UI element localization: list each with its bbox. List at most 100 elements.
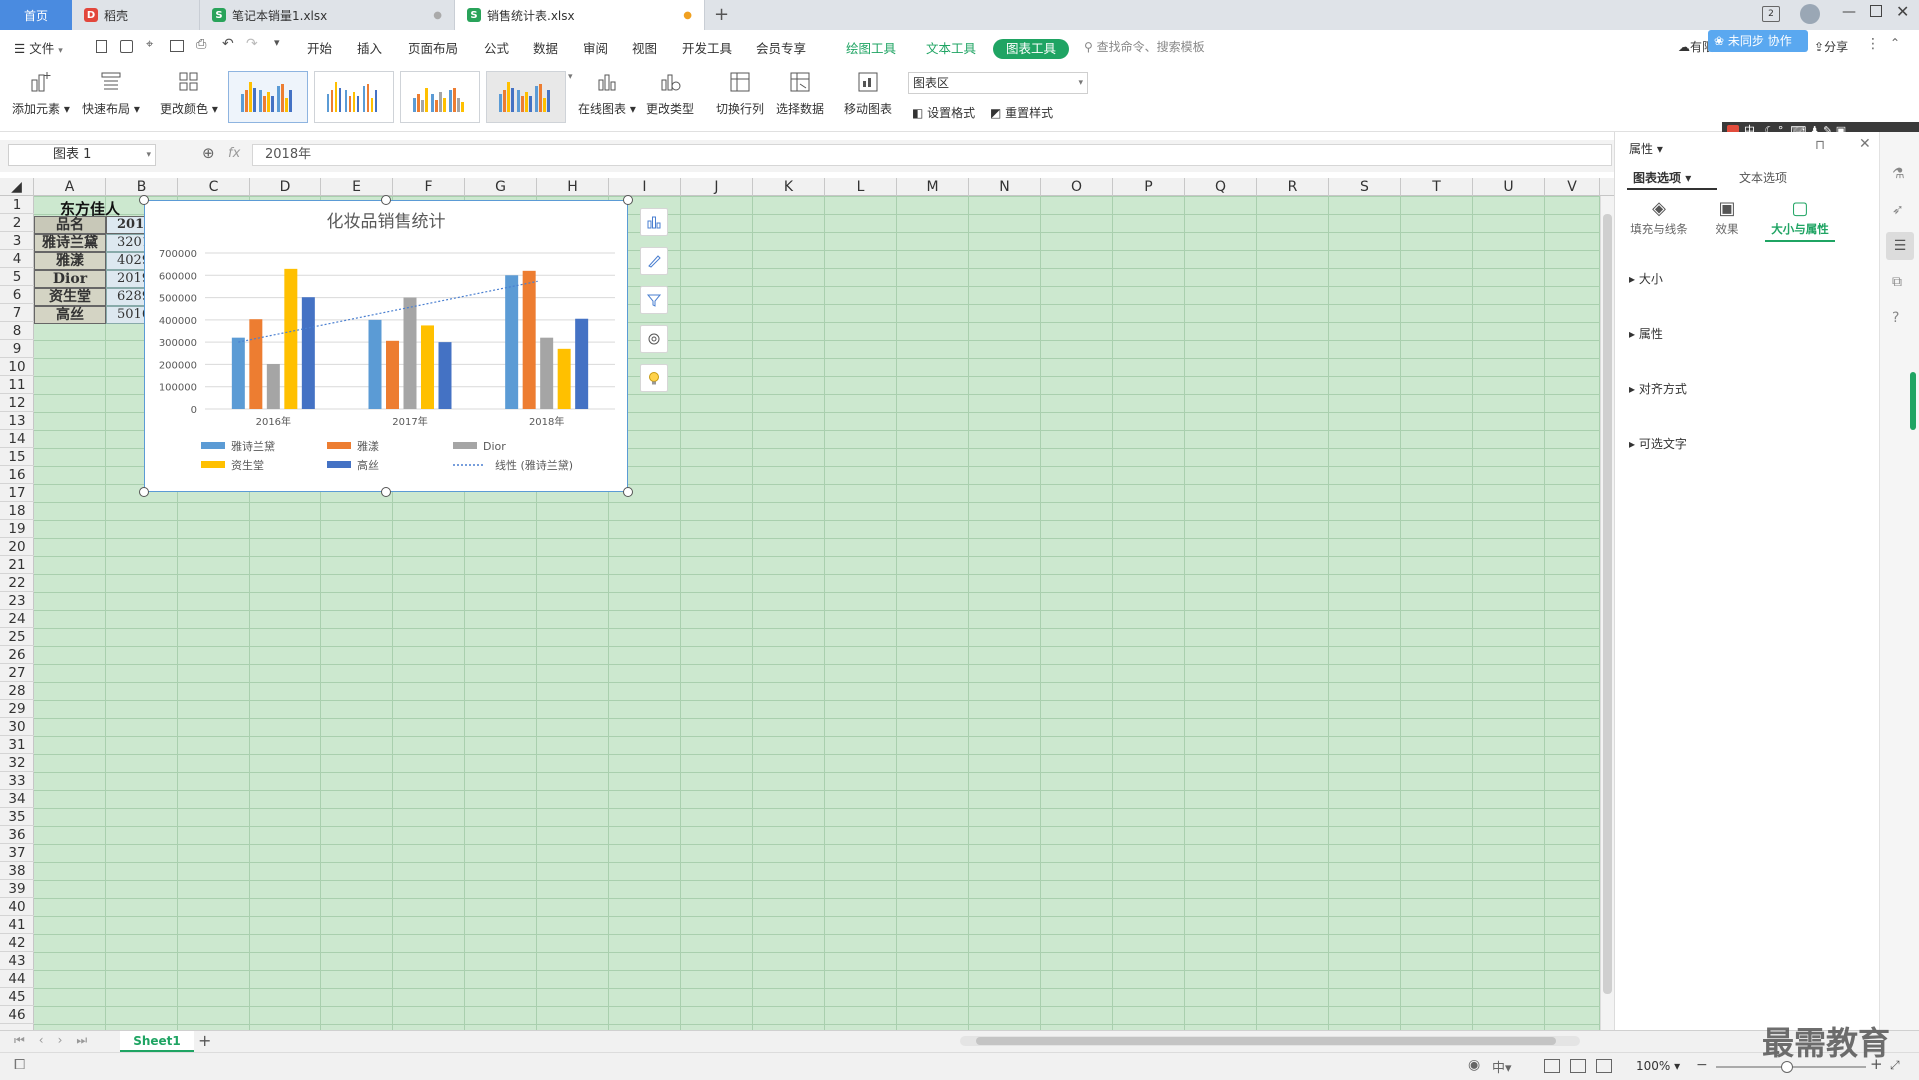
undo-icon[interactable]: ↶ xyxy=(222,36,234,52)
row-header-28[interactable]: 28 xyxy=(0,682,34,700)
style-icon[interactable]: ⚗ xyxy=(1892,166,1905,182)
column-header-N[interactable]: N xyxy=(969,178,1041,196)
select-pointer-icon[interactable]: ➶ xyxy=(1892,202,1904,218)
unsaved-dot-icon[interactable]: ● xyxy=(683,10,692,21)
row-header-12[interactable]: 12 xyxy=(0,394,34,412)
row-header-45[interactable]: 45 xyxy=(0,988,34,1006)
column-header-I[interactable]: I xyxy=(609,178,681,196)
column-header-J[interactable]: J xyxy=(681,178,753,196)
row-header-35[interactable]: 35 xyxy=(0,808,34,826)
cell-sales-value[interactable]: 6289 xyxy=(106,288,146,306)
column-header-M[interactable]: M xyxy=(897,178,969,196)
column-header-C[interactable]: C xyxy=(178,178,250,196)
menu-member[interactable]: 会员专享 xyxy=(756,38,806,57)
reset-style-button[interactable]: ◩ 重置样式 xyxy=(990,104,1053,121)
chart-tips-button[interactable] xyxy=(640,364,668,392)
zoom-search-icon[interactable]: ⊕ xyxy=(202,144,215,162)
resize-handle-tm[interactable] xyxy=(381,195,391,205)
tab-file-notebook[interactable]: S 笔记本销量1.xlsx ● xyxy=(200,0,455,30)
menu-developer[interactable]: 开发工具 xyxy=(682,38,732,57)
customize-toolbar-icon[interactable]: ▾ xyxy=(274,36,280,49)
section-size[interactable]: ▸ 大小 xyxy=(1629,270,1663,287)
chart-element-select[interactable]: 图表区 ▾ xyxy=(908,72,1088,94)
chart-elements-button[interactable] xyxy=(640,208,668,236)
name-box[interactable]: 图表 1 ▾ xyxy=(8,144,156,166)
tab-file-sales[interactable]: S 销售统计表.xlsx ● xyxy=(455,0,705,30)
share-button[interactable]: ⇪分享 xyxy=(1814,38,1848,55)
subtab-effect[interactable]: ▣ 效果 xyxy=(1699,198,1755,237)
row-header-10[interactable]: 10 xyxy=(0,358,34,376)
subtab-size-props[interactable]: ▢ 大小与属性 xyxy=(1765,198,1835,242)
print-preview-icon[interactable]: ⎙ xyxy=(196,37,206,52)
row-header-30[interactable]: 30 xyxy=(0,718,34,736)
row-header-19[interactable]: 19 xyxy=(0,520,34,538)
menu-formula[interactable]: 公式 xyxy=(484,38,509,57)
style-gallery-more-icon[interactable]: ▾ xyxy=(568,72,573,82)
backup-icon[interactable]: ⧉ xyxy=(1892,274,1902,290)
fx-icon[interactable]: fx xyxy=(228,146,240,161)
row-header-9[interactable]: 9 xyxy=(0,340,34,358)
cell-sales-value[interactable]: 3201 xyxy=(106,234,146,252)
section-properties[interactable]: ▸ 属性 xyxy=(1629,325,1663,342)
column-header-A[interactable]: A xyxy=(34,178,106,196)
minimize-icon[interactable]: — xyxy=(1842,4,1856,20)
resize-handle-tr[interactable] xyxy=(623,195,633,205)
column-header-S[interactable]: S xyxy=(1329,178,1401,196)
tab-text-options[interactable]: 文本选项 xyxy=(1739,166,1787,190)
page-break-view-icon[interactable] xyxy=(1596,1059,1612,1073)
file-menu[interactable]: ☰ 文件 ▾ xyxy=(14,38,63,57)
row-header-13[interactable]: 13 xyxy=(0,412,34,430)
column-header-F[interactable]: F xyxy=(393,178,465,196)
workspace-icon[interactable]: 2 xyxy=(1762,6,1780,22)
panel-close-icon[interactable]: ✕ xyxy=(1859,136,1871,152)
column-header-G[interactable]: G xyxy=(465,178,537,196)
chart-style-thumb-3[interactable] xyxy=(400,71,480,123)
change-color-button[interactable]: 更改颜色 ▾ xyxy=(160,68,218,117)
new-file-icon[interactable] xyxy=(96,40,107,53)
menu-drawing-tools[interactable]: 绘图工具 xyxy=(846,38,896,57)
column-header-R[interactable]: R xyxy=(1257,178,1329,196)
column-header-H[interactable]: H xyxy=(537,178,609,196)
row-header-16[interactable]: 16 xyxy=(0,466,34,484)
restore-icon[interactable] xyxy=(1870,5,1882,17)
formula-input[interactable]: 2018年 xyxy=(252,144,1612,166)
row-header-1[interactable]: 1 xyxy=(0,196,34,214)
add-element-button[interactable]: 添加元素 ▾ xyxy=(12,68,70,117)
chart-style-thumb-1[interactable] xyxy=(228,71,308,123)
row-header-43[interactable]: 43 xyxy=(0,952,34,970)
horizontal-scroll-thumb[interactable] xyxy=(976,1037,1556,1045)
cell-product-name[interactable]: 雅诗兰黛 xyxy=(34,234,106,252)
cell-product-name[interactable]: Dior xyxy=(34,270,106,288)
set-format-button[interactable]: ◧ 设置格式 xyxy=(912,104,975,121)
row-header-15[interactable]: 15 xyxy=(0,448,34,466)
resize-handle-bl[interactable] xyxy=(139,487,149,497)
row-header-7[interactable]: 7 xyxy=(0,304,34,322)
cell-product-name[interactable]: 雅漾 xyxy=(34,252,106,270)
fullscreen-icon[interactable]: ⤢ xyxy=(1890,1058,1900,1073)
more-icon[interactable]: ⋮ xyxy=(1866,36,1880,52)
row-header-33[interactable]: 33 xyxy=(0,772,34,790)
row-header-3[interactable]: 3 xyxy=(0,232,34,250)
cell-sales-value[interactable]: 5016 xyxy=(106,306,146,324)
section-alignment[interactable]: ▸ 对齐方式 xyxy=(1629,380,1687,397)
vertical-scrollbar[interactable] xyxy=(1600,196,1614,1030)
row-header-29[interactable]: 29 xyxy=(0,700,34,718)
row-header-38[interactable]: 38 xyxy=(0,862,34,880)
chart-object[interactable]: 化妆品销售统计 0 100000 200000 300000 400000 500000 60… xyxy=(144,200,628,492)
select-all-corner[interactable]: ◢ xyxy=(0,178,34,196)
menu-insert[interactable]: 插入 xyxy=(357,38,382,57)
menu-page-layout[interactable]: 页面布局 xyxy=(408,38,458,57)
row-header-14[interactable]: 14 xyxy=(0,430,34,448)
row-header-27[interactable]: 27 xyxy=(0,664,34,682)
chart-settings-button[interactable] xyxy=(640,325,668,353)
row-header-41[interactable]: 41 xyxy=(0,916,34,934)
row-header-18[interactable]: 18 xyxy=(0,502,34,520)
tab-chart-options[interactable]: 图表选项 ▾ xyxy=(1627,166,1717,190)
cell-sales-value[interactable]: 2019 xyxy=(106,270,146,288)
baidu-cloud-floating[interactable]: ❀ 未同步 协作 xyxy=(1708,30,1808,52)
macro-record-icon[interactable]: ⧠ xyxy=(14,1057,25,1073)
column-header-T[interactable]: T xyxy=(1401,178,1473,196)
section-alt-text[interactable]: ▸ 可选文字 xyxy=(1629,435,1687,452)
row-header-23[interactable]: 23 xyxy=(0,592,34,610)
resize-handle-br[interactable] xyxy=(623,487,633,497)
